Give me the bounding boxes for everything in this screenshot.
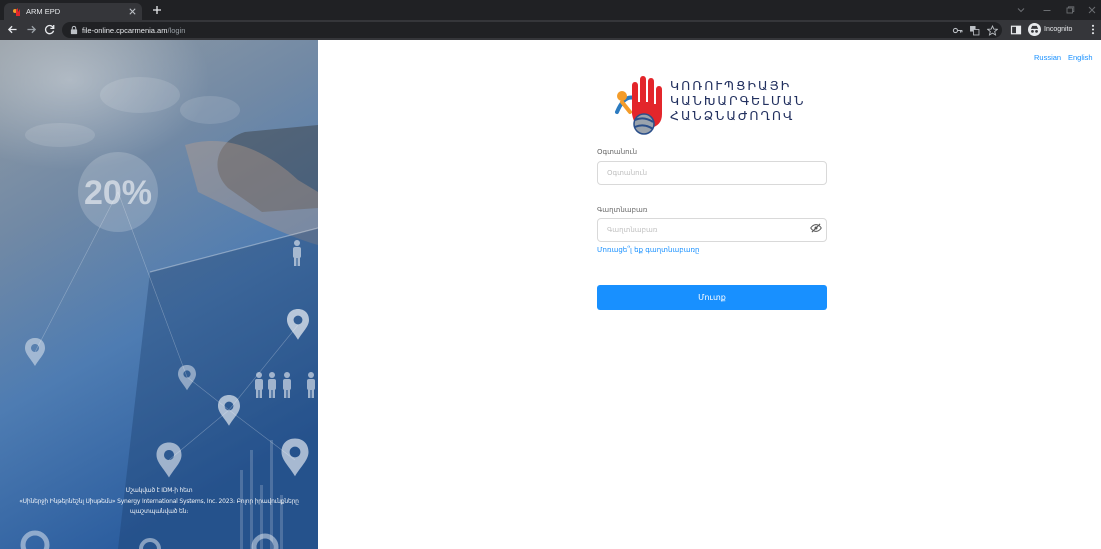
footer-line: Մշակված է IDM-ի հետ (125, 487, 193, 494)
back-arrow-icon[interactable] (6, 23, 19, 36)
login-page: 20% Մշակված է IDM-ի հետ «Սիներջի Ինթերնե… (0, 40, 1101, 549)
new-tab-plus-icon[interactable] (152, 5, 162, 15)
forgot-password-link[interactable]: Մոռացե՞լ եք գաղտնաբառը (597, 246, 699, 254)
commission-logo-icon (615, 76, 662, 135)
url-text[interactable]: file-online.cpcarmenia.am/login (82, 26, 185, 35)
address-bar[interactable]: file-online.cpcarmenia.am/login (62, 22, 1002, 38)
tab-close-icon[interactable] (128, 7, 137, 16)
url-host: file-online.cpcarmenia.am (82, 26, 168, 35)
incognito-label[interactable]: Incognito (1044, 26, 1072, 33)
copyright-footer: Մշակված է IDM-ի հետ «Սիներջի Ինթերնեշնլ … (4, 486, 314, 518)
forward-arrow-icon[interactable] (25, 23, 38, 36)
password-field[interactable] (597, 218, 827, 242)
password-label: Գաղտնաբառ (597, 206, 648, 214)
language-english-link[interactable]: English (1068, 53, 1093, 62)
translate-icon[interactable] (969, 25, 980, 36)
logo-text-line: ԿՈՌՈՒՊՑԻԱՅԻ (670, 78, 792, 93)
footer-line: պաշտպանված են։ (129, 508, 189, 515)
side-panel-icon[interactable] (1010, 24, 1022, 36)
tab-title: ARM EPD (26, 7, 61, 16)
key-icon[interactable] (952, 25, 963, 36)
bookmark-star-icon[interactable] (987, 25, 998, 36)
window-close-icon[interactable] (1087, 5, 1097, 15)
commission-logo-text: ԿՈՌՈՒՊՑԻԱՅԻ ԿԱՆԽԱՐԳԵԼՄԱՆ ՀԱՆՁՆԱԺՈՂՈՎ (670, 78, 805, 123)
eye-slash-icon[interactable] (810, 222, 822, 234)
restore-icon[interactable] (1065, 5, 1075, 15)
lock-icon[interactable] (69, 25, 79, 35)
login-button[interactable]: Մուտք (597, 285, 827, 310)
username-label: Օգտանուն (597, 148, 638, 156)
language-russian-link[interactable]: Russian (1034, 53, 1061, 62)
username-field[interactable] (597, 161, 827, 185)
site-favicon-icon (13, 8, 20, 16)
hero-image-panel: 20% Մշակված է IDM-ի հետ «Սիներջի Ինթերնե… (0, 40, 318, 549)
url-path: /login (167, 26, 186, 35)
minimize-icon[interactable] (1042, 5, 1052, 15)
browser-menu-icon[interactable] (1088, 23, 1098, 36)
browser-toolbar: file-online.cpcarmenia.am/login Incognit… (0, 20, 1101, 40)
hero-illustration: 20% (0, 40, 318, 549)
reload-icon[interactable] (43, 23, 56, 36)
logo-text-line: ԿԱՆԽԱՐԳԵԼՄԱՆ (670, 93, 806, 108)
logo-text-line: ՀԱՆՁՆԱԺՈՂՈՎ (670, 108, 795, 123)
percent-badge-text: 20% (84, 174, 152, 212)
footer-line: «Սիներջի Ինթերնեշնլ Սիսթեմս» Synergy Int… (19, 497, 299, 505)
browser-tab-active[interactable]: ARM EPD (4, 3, 142, 20)
incognito-avatar-icon[interactable] (1028, 23, 1041, 36)
browser-tab-strip: ARM EPD (0, 0, 1101, 20)
tab-search-chevron-icon[interactable] (1016, 5, 1026, 15)
